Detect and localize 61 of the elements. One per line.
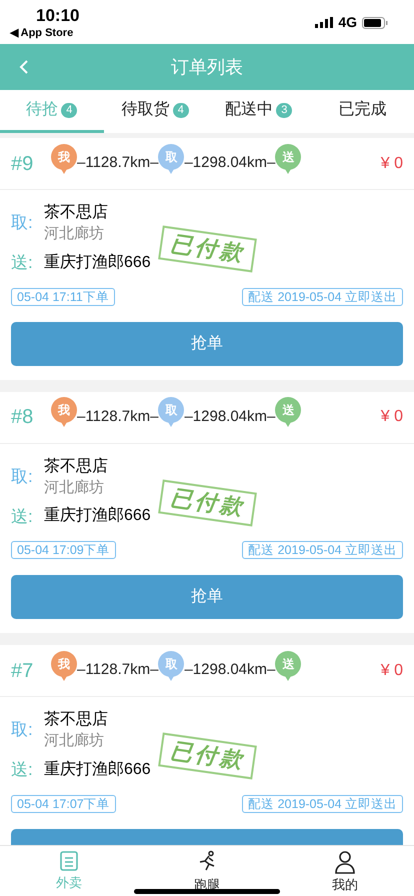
order-tab[interactable]: 待取货 4 bbox=[104, 90, 207, 133]
pickup-label: 取: bbox=[11, 719, 34, 742]
price: ¥ 0 bbox=[380, 660, 403, 680]
pickup-address: 河北廊坊 bbox=[44, 224, 105, 244]
pickup-label: 取: bbox=[11, 212, 34, 234]
battery-icon bbox=[362, 16, 388, 28]
pickup-address: 河北廊坊 bbox=[44, 478, 105, 498]
order-tab[interactable]: 配送中 3 bbox=[207, 90, 310, 133]
delivery-name: 重庆打渔郎666 bbox=[44, 506, 151, 526]
delivery-label: 送: bbox=[11, 759, 34, 781]
price: ¥ 0 bbox=[380, 154, 403, 174]
pickup-name: 茶不思店 bbox=[44, 710, 108, 730]
signal-icon bbox=[315, 17, 334, 28]
count-badge: 4 bbox=[172, 102, 189, 118]
back-to-app-link[interactable]: ◀ App Store bbox=[10, 26, 74, 40]
map-pin: 送 bbox=[275, 397, 302, 429]
status-time: 10:10 bbox=[36, 6, 80, 26]
back-icon bbox=[19, 59, 29, 75]
paid-stamp: 已付款 bbox=[158, 479, 257, 526]
count-badge: 3 bbox=[276, 102, 292, 118]
pickup-label: 取: bbox=[11, 466, 34, 488]
distance-text: –1128.7km– bbox=[77, 153, 158, 174]
count-badge: 4 bbox=[61, 102, 78, 118]
distance-text: –1128.7km– bbox=[77, 406, 158, 427]
map-pin: 送 bbox=[275, 144, 302, 176]
pickup-name: 茶不思店 bbox=[44, 202, 108, 223]
order-number: #8 bbox=[11, 405, 34, 430]
order-number: #9 bbox=[11, 152, 34, 176]
map-pin: 取 bbox=[158, 397, 184, 429]
order-number: #7 bbox=[11, 658, 34, 684]
distance-text: –1298.04km– bbox=[184, 153, 276, 174]
delivery-time-tag: 配送 2019-05-04 立即送出 bbox=[242, 541, 403, 559]
bottom-nav-item[interactable]: 我的 bbox=[276, 846, 414, 896]
person-icon bbox=[334, 850, 356, 874]
map-pin: 我 bbox=[51, 650, 77, 682]
order-tab[interactable]: 已完成 bbox=[310, 90, 414, 133]
order-time-tag: 05-04 17:07下单 bbox=[11, 794, 116, 812]
order-time-tag: 05-04 17:11下单 bbox=[11, 288, 115, 306]
map-pin: 取 bbox=[158, 650, 184, 682]
page-title: 订单列表 bbox=[171, 56, 243, 78]
map-pin: 我 bbox=[51, 397, 77, 429]
map-pin: 我 bbox=[51, 144, 77, 176]
map-pin: 送 bbox=[275, 650, 302, 682]
distance-text: –1298.04km– bbox=[184, 660, 276, 680]
delivery-label: 送: bbox=[11, 252, 34, 274]
pickup-name: 茶不思店 bbox=[44, 456, 108, 476]
delivery-name: 重庆打渔郎666 bbox=[44, 760, 151, 780]
paid-stamp: 已付款 bbox=[158, 732, 257, 780]
network-type: 4G bbox=[338, 13, 357, 32]
delivery-name: 重庆打渔郎666 bbox=[44, 252, 151, 273]
order-time-tag: 05-04 17:09下单 bbox=[11, 541, 116, 559]
distance-text: –1128.7km– bbox=[77, 660, 158, 680]
pickup-address: 河北廊坊 bbox=[44, 731, 105, 751]
delivery-time-tag: 配送 2019-05-04 立即送出 bbox=[242, 794, 403, 812]
delivery-label: 送: bbox=[11, 506, 34, 528]
map-pin: 取 bbox=[158, 144, 184, 176]
price: ¥ 0 bbox=[380, 407, 403, 427]
delivery-time-tag: 配送 2019-05-04 立即送出 bbox=[242, 288, 403, 306]
distance-text: –1298.04km– bbox=[184, 406, 276, 427]
paid-stamp: 已付款 bbox=[158, 226, 257, 272]
list-icon bbox=[58, 850, 80, 872]
